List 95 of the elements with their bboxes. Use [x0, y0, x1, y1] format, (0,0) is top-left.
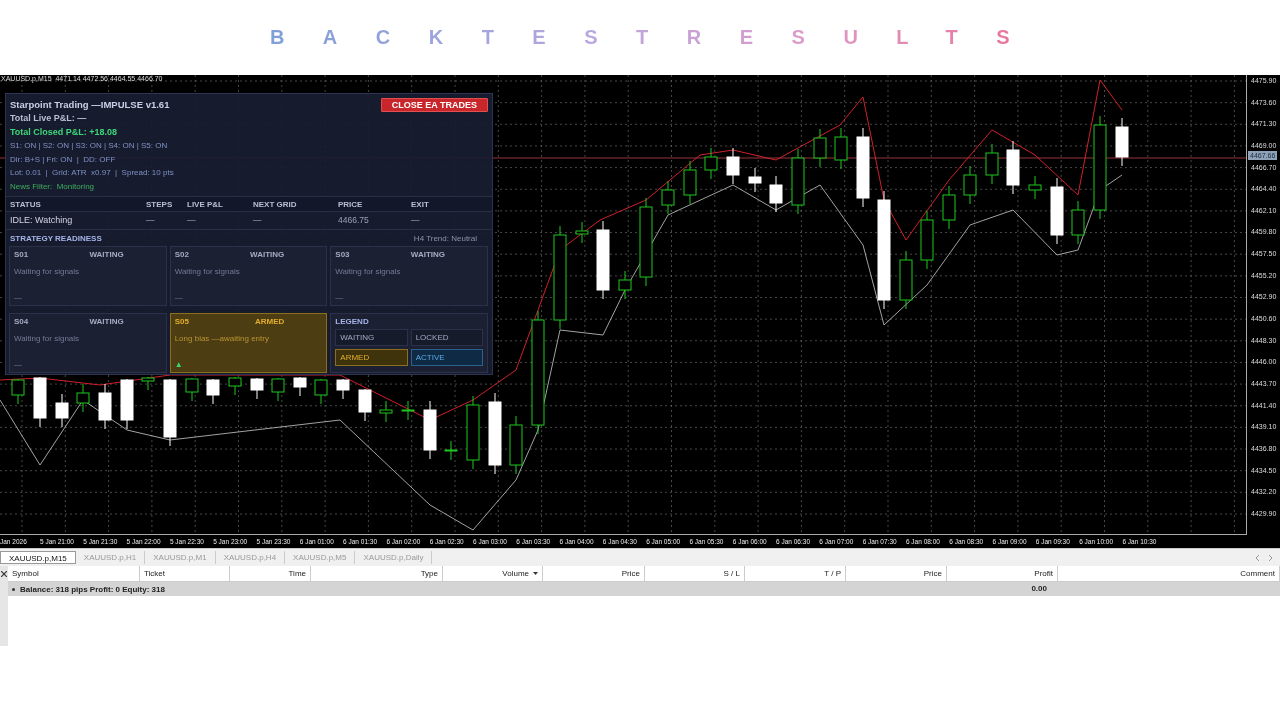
news-filter-status: News Filter: Monitoring — [10, 180, 96, 193]
strategy-note: Waiting for signals — [14, 267, 81, 276]
strategy-status: ARMED — [255, 317, 285, 326]
candle — [55, 393, 69, 428]
strategy-footer: — — [14, 360, 162, 369]
pnl-total: Total Live P&L: — — [10, 112, 88, 125]
candle — [76, 383, 90, 413]
candle — [942, 185, 956, 230]
candle — [618, 270, 632, 300]
candle — [163, 378, 177, 447]
candle — [813, 128, 827, 168]
strategy-status: WAITING — [89, 250, 124, 259]
legend-chip: ARMED — [335, 349, 408, 366]
candle — [33, 376, 47, 428]
section-title: STRATEGY READINESS — [10, 234, 102, 243]
pnl-total: Total Closed P&L: +18.08 — [10, 126, 119, 139]
column-header: STEPS — [142, 196, 183, 212]
candle — [120, 378, 134, 430]
candle — [963, 165, 977, 205]
settings-line: Lot: 0.01 | Grid: ATR x0.97 | Spread: 10 pts — [10, 167, 174, 179]
strategy-id: S03 — [335, 250, 350, 259]
candle — [748, 167, 762, 193]
close-icon[interactable] — [1, 571, 7, 577]
settings-line: Dir: B+S | Fri: ON | DD: OFF — [10, 153, 117, 166]
table-cell: — — [142, 212, 183, 230]
candle — [1050, 177, 1064, 245]
legend-chip: LOCKED — [410, 329, 483, 346]
strategy-note: Long bias —awaiting entry — [174, 334, 270, 343]
table-cell: — — [183, 212, 249, 230]
table-cell: 4466.75 — [334, 212, 407, 230]
candle — [661, 180, 675, 215]
candle — [185, 377, 199, 402]
candle — [401, 400, 415, 421]
candle — [834, 127, 848, 170]
strategy-id: S05 — [174, 317, 189, 326]
legend-chip: ACTIVE — [410, 349, 483, 366]
candle — [206, 378, 220, 405]
candle — [1028, 175, 1042, 200]
chart-tab[interactable]: XAUUSD.p,M15 — [0, 551, 76, 564]
column-header: EXIT — [407, 196, 492, 212]
table-cell: — — [407, 212, 492, 230]
bullet-icon — [12, 587, 15, 591]
balance-summary: Balance: 318 pips Profit: 0 Equity: 318 — [20, 584, 165, 594]
candle — [336, 378, 350, 400]
direction-indicator: ▲ — [174, 360, 184, 369]
candle — [1006, 140, 1020, 195]
strategy-footer: — — [14, 293, 162, 302]
strategy-footer: — — [335, 293, 483, 302]
candle — [423, 400, 437, 460]
candle — [985, 143, 999, 185]
candle — [228, 376, 242, 396]
column-header: PRICE — [334, 196, 407, 212]
strategy-status: WAITING — [410, 250, 445, 259]
table-cell: — — [249, 212, 334, 230]
candle — [575, 221, 589, 244]
strategy-note: Waiting for signals — [335, 267, 402, 276]
candle — [1071, 200, 1085, 245]
candle — [769, 175, 783, 213]
candle — [141, 376, 155, 391]
strategy-note: Waiting for signals — [174, 267, 241, 276]
strategy-status: WAITING — [89, 317, 124, 326]
strategy-id: S02 — [174, 250, 189, 259]
candle — [271, 377, 285, 402]
candle — [1115, 117, 1129, 167]
candle — [379, 400, 393, 423]
legend-title: LEGEND — [335, 317, 370, 326]
candle — [726, 147, 740, 185]
strategy-status: WAITING — [250, 250, 285, 259]
candle — [920, 210, 934, 270]
trend-label: H4 Trend: Neutral — [413, 234, 477, 243]
column-header: NEXT GRID — [249, 196, 334, 212]
candle — [704, 147, 718, 180]
table-cell: IDLE: Watching — [6, 212, 142, 230]
settings-line: S1: ON | S2: ON | S3: ON | S4: ON | S5: ON — [10, 140, 169, 152]
strategy-id: S04 — [14, 317, 29, 326]
strategy-note: Waiting for signals — [14, 334, 81, 343]
candle — [358, 388, 372, 422]
candle — [11, 378, 25, 405]
strategy-footer: — — [174, 293, 323, 302]
panel-title: Starpoint Trading —IMPULSE v1.61 — [10, 98, 171, 111]
candle — [683, 160, 697, 205]
candle — [314, 378, 328, 405]
close-trades-button[interactable]: CLOSE EA TRADES — [380, 98, 488, 112]
column-header: LIVE P&L — [183, 196, 249, 212]
column-header: STATUS — [6, 196, 142, 212]
candle — [98, 383, 112, 430]
candle — [509, 415, 523, 475]
candle — [791, 148, 805, 215]
candle — [250, 377, 264, 400]
candle — [899, 250, 913, 310]
candle — [444, 440, 458, 461]
legend-chip: WAITING — [335, 329, 408, 346]
profit-total: 0.00 — [947, 582, 1058, 596]
strategy-id: S01 — [14, 250, 29, 259]
candle — [293, 376, 307, 397]
